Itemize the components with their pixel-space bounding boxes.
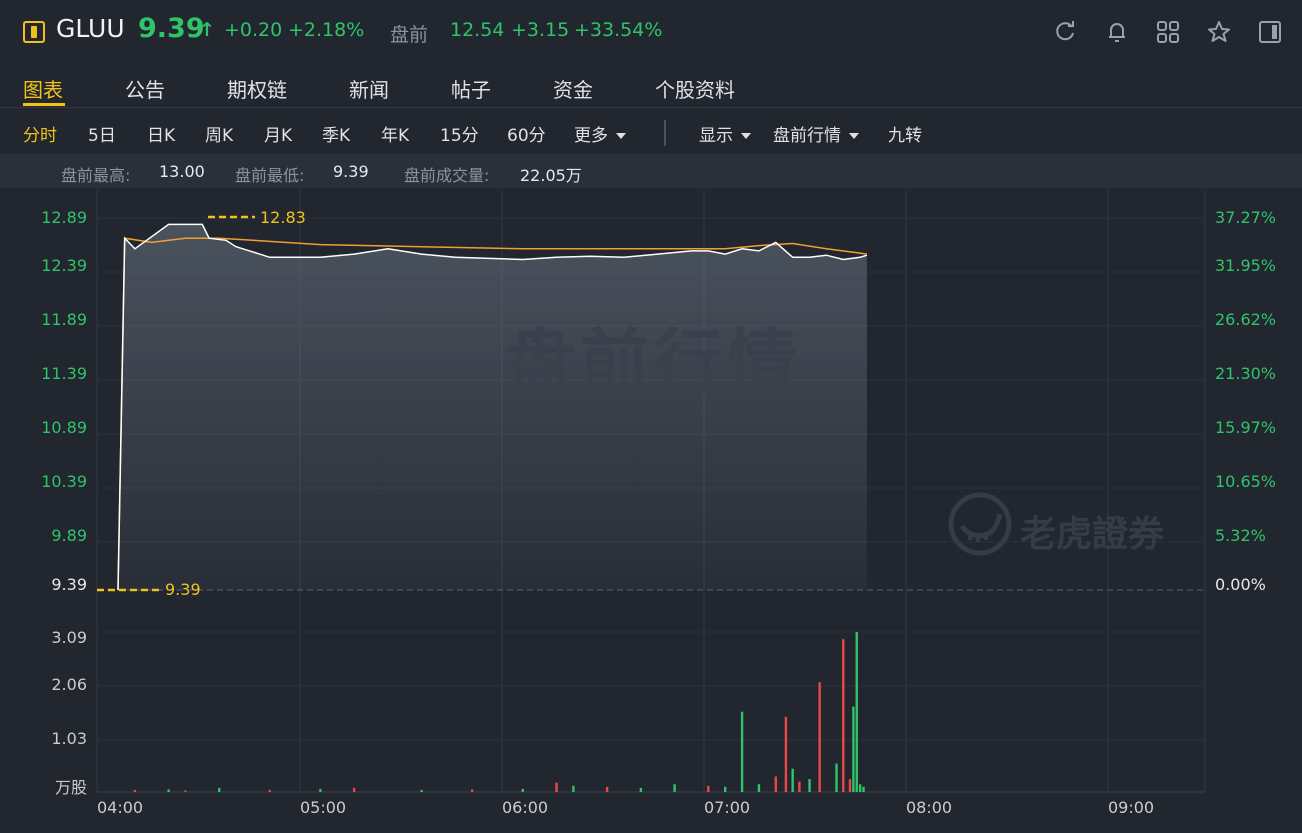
price-area	[118, 224, 867, 590]
price-axis-label: 9.39	[51, 575, 87, 594]
volume-bar	[740, 711, 744, 792]
volume-bar	[784, 716, 788, 792]
premarket-watermark: 盘前行情	[505, 321, 801, 403]
volume-bar	[808, 779, 811, 792]
time-axis-label: 05:00	[300, 798, 347, 817]
volume-bar	[791, 768, 794, 792]
tiger-logo-icon	[948, 492, 1012, 556]
volume-bar	[852, 706, 855, 792]
volume-bar	[818, 682, 821, 792]
volume-bar	[757, 784, 761, 792]
volume-bar	[555, 782, 558, 792]
volume-axis-label: 1.03	[51, 729, 87, 748]
price-axis-label: 9.89	[51, 526, 87, 545]
volume-bar	[521, 788, 524, 792]
time-axis-label: 07:00	[704, 798, 751, 817]
pct-axis-label: 5.32%	[1215, 526, 1266, 545]
pct-axis-label: 21.30%	[1215, 364, 1277, 383]
time-axis-label: 06:00	[502, 798, 549, 817]
volume-bar	[774, 776, 777, 792]
brand-watermark: 老虎證券	[1020, 514, 1165, 555]
price-axis-label: 11.39	[41, 364, 87, 383]
time-axis-label: 09:00	[1108, 798, 1155, 817]
volume-bar	[707, 785, 710, 792]
price-axis-label: 12.89	[41, 208, 87, 227]
volume-axis-label: 2.06	[51, 675, 87, 694]
volume-axis-label: 万股	[54, 778, 87, 797]
volume-bar	[268, 789, 271, 792]
intraday-chart[interactable]	[0, 0, 1302, 833]
volume-bar	[167, 789, 170, 792]
volume-bar	[673, 784, 676, 792]
pct-axis-label: 26.62%	[1215, 310, 1277, 329]
pct-axis-label: 31.95%	[1215, 256, 1277, 275]
volume-bar	[184, 790, 187, 792]
volume-bar	[133, 789, 137, 792]
volume-bar	[835, 763, 838, 792]
pct-axis-label: 37.27%	[1215, 208, 1277, 227]
volume-bar	[858, 784, 862, 792]
volume-bar	[420, 789, 423, 792]
volume-bar	[639, 787, 643, 792]
volume-bar	[218, 787, 221, 792]
volume-bar	[862, 786, 865, 792]
price-axis-label: 11.89	[41, 310, 87, 329]
volume-bar	[352, 787, 356, 792]
high-ref-label: 12.83	[260, 208, 306, 227]
time-axis-label: 04:00	[97, 798, 144, 817]
time-axis-label: 08:00	[906, 798, 953, 817]
volume-bar	[605, 786, 609, 792]
volume-bar	[848, 779, 852, 792]
pct-axis-label: 0.00%	[1215, 575, 1266, 594]
volume-bar	[798, 781, 801, 792]
price-axis-label: 10.39	[41, 472, 87, 491]
pct-axis-label: 15.97%	[1215, 418, 1277, 437]
volume-axis-label: 3.09	[51, 628, 87, 647]
volume-bar	[855, 632, 858, 792]
price-axis-label: 10.89	[41, 418, 87, 437]
volume-bar	[471, 789, 474, 792]
volume-bar	[724, 786, 727, 792]
volume-bar	[319, 788, 322, 792]
volume-bar	[572, 785, 575, 792]
pct-axis-label: 10.65%	[1215, 472, 1277, 491]
volume-bar	[842, 639, 845, 792]
low-ref-label: 9.39	[165, 580, 201, 599]
price-axis-label: 12.39	[41, 256, 87, 275]
